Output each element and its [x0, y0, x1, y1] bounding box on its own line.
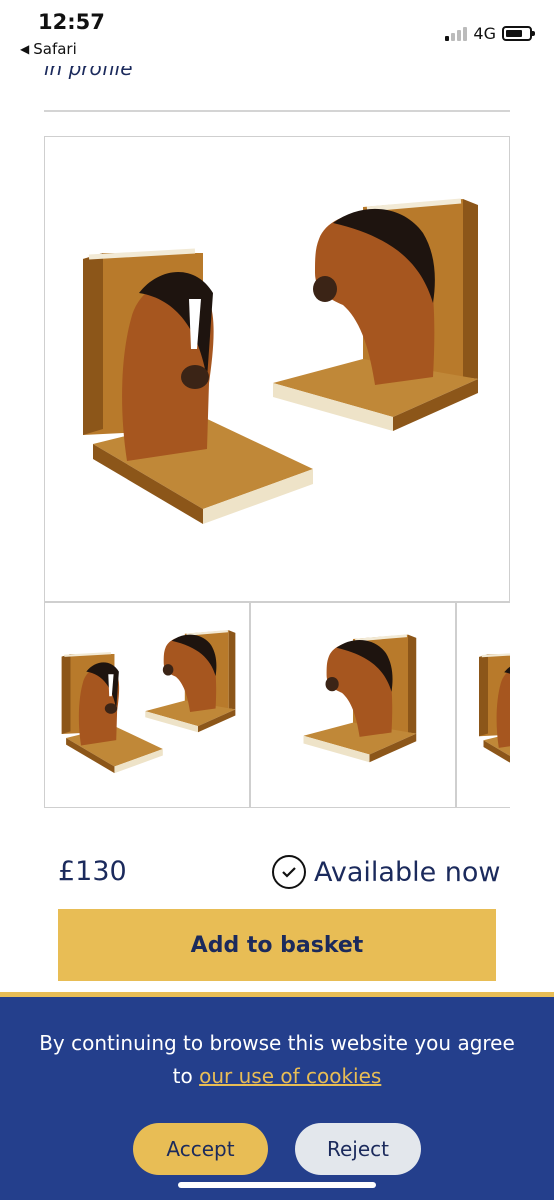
cookie-message-prefix: to — [172, 1064, 200, 1088]
divider — [44, 110, 510, 112]
back-app-label: Safari — [33, 40, 77, 58]
battery-icon — [502, 26, 535, 41]
reject-cookies-button[interactable]: Reject — [295, 1123, 421, 1175]
thumbnail-image — [302, 633, 418, 764]
cookie-message-line1: By continuing to browse this website you… — [39, 1031, 515, 1055]
availability-status: Available now — [272, 855, 501, 889]
network-status: 4G — [445, 24, 535, 43]
check-circle-icon — [272, 855, 306, 889]
product-main-image[interactable] — [44, 136, 510, 602]
back-to-safari-button[interactable]: ◀ Safari — [20, 40, 77, 58]
thumbnail-image — [477, 652, 510, 778]
back-arrow-icon: ◀ — [20, 42, 30, 56]
network-type: 4G — [473, 24, 496, 43]
thumbnail-2[interactable] — [250, 602, 456, 808]
product-price: £130 — [58, 856, 127, 887]
thumbnail-3[interactable] — [456, 602, 510, 808]
accept-cookies-button[interactable]: Accept — [133, 1123, 268, 1175]
bookends-image — [45, 137, 509, 601]
add-to-basket-button[interactable]: Add to basket — [58, 909, 496, 981]
thumbnail-1[interactable] — [44, 602, 250, 808]
cookie-banner: By continuing to browse this website you… — [0, 992, 554, 1200]
signal-bars-icon — [445, 26, 468, 41]
home-indicator[interactable] — [178, 1182, 376, 1188]
thumbnail-image — [60, 629, 237, 775]
availability-label: Available now — [314, 856, 501, 888]
cookie-message: By continuing to browse this website you… — [0, 1027, 554, 1093]
status-bar: 12:57 ◀ Safari 4G — [0, 0, 554, 66]
status-time: 12:57 — [38, 10, 105, 34]
cookie-policy-link[interactable]: our use of cookies — [199, 1064, 381, 1088]
thumbnail-carousel[interactable] — [44, 602, 510, 808]
